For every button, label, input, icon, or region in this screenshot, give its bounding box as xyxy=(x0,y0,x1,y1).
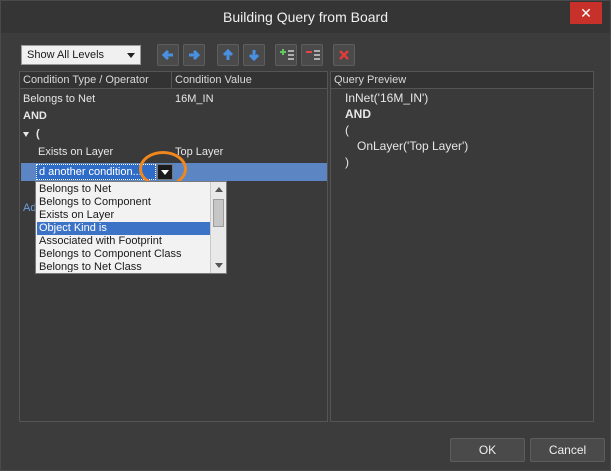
title-bar: Building Query from Board ✕ xyxy=(1,1,610,33)
level-select-value: Show All Levels xyxy=(27,49,105,61)
dropdown-item-selected[interactable]: Object Kind is xyxy=(37,222,210,235)
dropdown-item[interactable]: Belongs to Component Class xyxy=(37,248,210,261)
move-left-button[interactable] xyxy=(157,44,179,66)
query-preview-header: Query Preview xyxy=(331,72,593,89)
dropdown-item[interactable]: Belongs to Net xyxy=(37,183,210,196)
row-value-net[interactable]: 16M_IN xyxy=(175,93,214,109)
dropdown-item[interactable]: Associated with Footprint xyxy=(37,235,210,248)
query-builder-dialog: Building Query from Board ✕ Show All Lev… xyxy=(0,0,611,471)
arrow-left-icon xyxy=(161,49,173,61)
ok-button[interactable]: OK xyxy=(450,438,525,462)
cancel-button[interactable]: Cancel xyxy=(530,438,605,462)
condition-type-dropdown: Belongs to Net Belongs to Component Exis… xyxy=(35,181,227,274)
dialog-title: Building Query from Board xyxy=(223,9,388,25)
arrow-down-icon xyxy=(248,50,260,62)
arrow-right-icon xyxy=(189,49,201,61)
row-paren-label: ( xyxy=(36,128,40,140)
row-group-open[interactable]: ( xyxy=(23,128,40,144)
query-preview-panel: Query Preview InNet('16M_IN') AND ( OnLa… xyxy=(330,71,594,422)
delete-icon xyxy=(339,50,349,60)
remove-row-icon xyxy=(306,50,320,60)
column-header-value[interactable]: Condition Value xyxy=(172,72,327,89)
move-down-button[interactable] xyxy=(243,44,265,66)
preview-line: AND xyxy=(345,107,371,121)
row-type-belongs-to-net[interactable]: Belongs to Net xyxy=(23,93,95,109)
move-up-button[interactable] xyxy=(217,44,239,66)
condition-grid: Condition Type / Operator Condition Valu… xyxy=(19,71,328,422)
close-button[interactable]: ✕ xyxy=(570,2,602,24)
add-condition-combo[interactable]: d another condition... xyxy=(36,164,156,180)
preview-line: OnLayer('Top Layer') xyxy=(357,139,469,153)
preview-line: ( xyxy=(345,123,349,137)
chevron-down-icon xyxy=(127,53,135,58)
add-condition-button[interactable] xyxy=(275,44,297,66)
row-operator-and[interactable]: AND xyxy=(23,110,47,126)
column-header-type[interactable]: Condition Type / Operator xyxy=(20,72,172,89)
arrow-up-icon xyxy=(222,48,234,60)
scroll-thumb[interactable] xyxy=(213,199,224,227)
dropdown-item[interactable]: Exists on Layer xyxy=(37,209,210,222)
row-type-exists-on-layer[interactable]: Exists on Layer xyxy=(38,146,113,162)
level-select[interactable]: Show All Levels xyxy=(21,45,141,65)
move-right-button[interactable] xyxy=(183,44,205,66)
delete-button[interactable] xyxy=(333,44,355,66)
dropdown-scrollbar[interactable] xyxy=(210,182,226,273)
preview-line: InNet('16M_IN') xyxy=(345,91,429,105)
collapse-triangle-icon[interactable] xyxy=(23,131,29,137)
add-row-icon xyxy=(280,49,294,60)
dropdown-item[interactable]: Belongs to Net Class xyxy=(37,261,210,272)
dropdown-item[interactable]: Belongs to Component xyxy=(37,196,210,209)
remove-condition-button[interactable] xyxy=(301,44,323,66)
preview-line: ) xyxy=(345,155,349,169)
close-icon: ✕ xyxy=(580,5,592,21)
scroll-up-icon[interactable] xyxy=(215,187,223,192)
scroll-down-icon[interactable] xyxy=(215,263,223,268)
